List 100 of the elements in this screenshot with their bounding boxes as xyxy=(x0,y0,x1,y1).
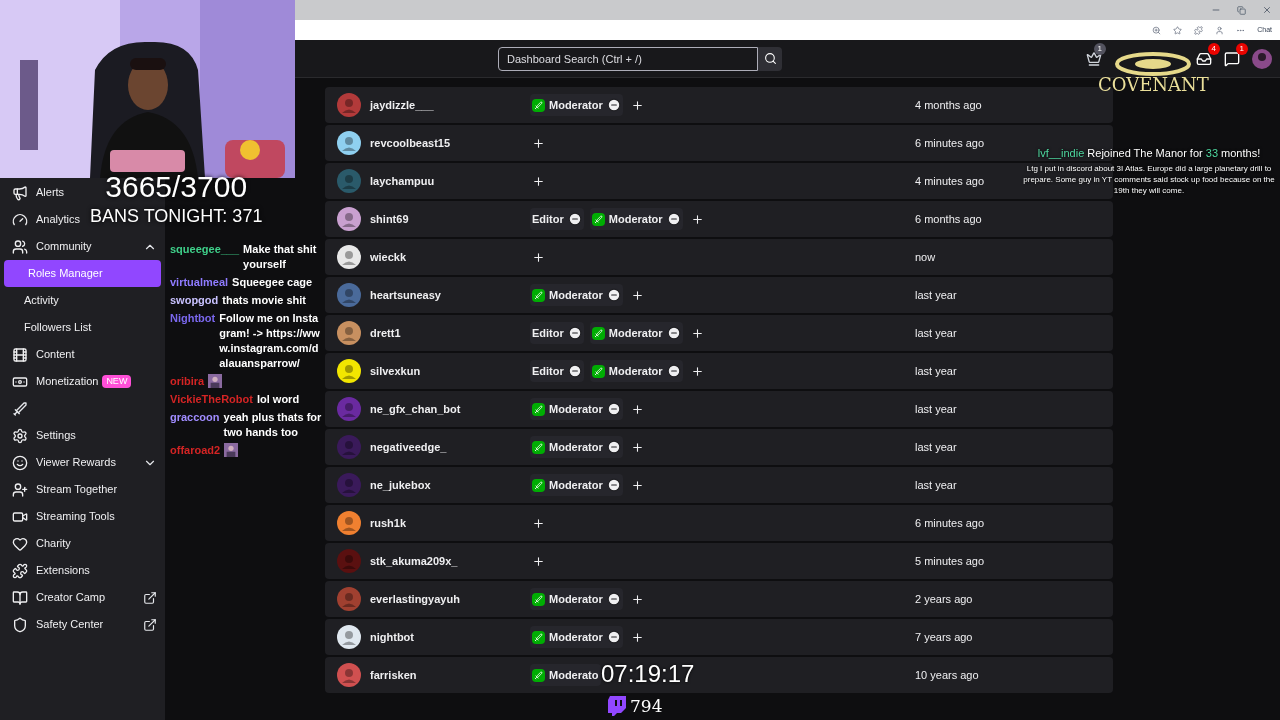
chat-username[interactable]: swopgod xyxy=(170,293,219,308)
add-role-icon[interactable] xyxy=(630,478,644,492)
remove-role-icon[interactable] xyxy=(666,212,681,226)
add-role-icon[interactable] xyxy=(690,364,704,378)
add-role-icon[interactable] xyxy=(630,592,644,606)
remove-role-icon[interactable] xyxy=(666,364,681,378)
sidebar-item[interactable]: Safety Center xyxy=(0,613,104,636)
sidebar-item[interactable]: Content xyxy=(0,343,75,366)
remove-role-icon[interactable] xyxy=(606,592,621,606)
alert-message: Ltg I put in discord about 3I Atlas. Europe did a large planetary drill to prepare. Some guy in YT comments said stock up food because on the 19th they will come. xyxy=(1022,162,1276,196)
add-role-icon[interactable] xyxy=(532,250,545,264)
add-role-icon[interactable] xyxy=(630,630,644,644)
chat-message: yeah plus thats for two hands too xyxy=(223,410,322,440)
role-tag: Moderator xyxy=(589,208,683,230)
add-role-icon[interactable] xyxy=(690,212,704,226)
added-date: last year xyxy=(915,363,957,379)
add-role-icon[interactable] xyxy=(630,402,644,416)
sidebar-item[interactable]: Followers List xyxy=(0,316,92,339)
remove-role-icon[interactable] xyxy=(567,364,582,378)
sidebar-item[interactable]: Stream Together xyxy=(0,478,118,501)
star-icon[interactable] xyxy=(1173,25,1183,35)
added-date: 5 minutes ago xyxy=(915,553,985,569)
sidebar-item[interactable]: Viewer Rewards xyxy=(0,451,116,474)
sidebar-item[interactable]: Extensions xyxy=(0,559,90,582)
chat-username[interactable]: virtualmeal xyxy=(170,275,229,290)
sidebar-item[interactable]: Monetization xyxy=(0,370,99,393)
remove-role-icon[interactable] xyxy=(606,478,621,492)
notification-count: 4 xyxy=(1207,42,1220,55)
add-role-icon[interactable] xyxy=(532,516,545,530)
sidebar-item[interactable]: Charity xyxy=(0,532,71,555)
search-button[interactable] xyxy=(758,46,782,71)
added-date: 6 minutes ago xyxy=(915,135,985,151)
remove-role-icon[interactable] xyxy=(606,402,621,416)
added-date: 6 months ago xyxy=(915,211,982,227)
added-date: last year xyxy=(915,477,957,493)
sidebar-item[interactable]: Analytics xyxy=(0,208,81,231)
sidebar-item[interactable]: Creator Camp xyxy=(0,586,106,609)
whispers-icon[interactable] xyxy=(1224,50,1240,67)
remove-role-icon[interactable] xyxy=(606,98,621,112)
avatar-icon xyxy=(337,549,361,573)
add-role-icon[interactable] xyxy=(532,554,545,568)
avatar-icon xyxy=(337,625,361,649)
sidebar-item[interactable]: Alerts xyxy=(0,181,65,204)
remove-role-icon[interactable] xyxy=(567,326,582,340)
avatar-icon xyxy=(337,511,361,535)
remove-role-icon[interactable] xyxy=(606,288,621,302)
role-tag: Moderator xyxy=(589,360,683,382)
sword-icon xyxy=(591,364,605,378)
sword-icon xyxy=(532,402,545,416)
add-role-icon[interactable] xyxy=(690,326,704,340)
role-tag: Editor xyxy=(530,360,584,382)
crown-icon[interactable] xyxy=(1086,50,1102,67)
inbox-icon[interactable] xyxy=(1196,50,1212,67)
chat-username[interactable]: oribira xyxy=(170,374,205,389)
role-tag: Moderator xyxy=(530,436,623,458)
remove-role-icon[interactable] xyxy=(567,212,582,226)
username: jaydizzle___ xyxy=(370,97,435,113)
film-icon xyxy=(12,346,28,363)
external-link-icon[interactable] xyxy=(143,590,157,605)
avatar-icon xyxy=(337,283,361,307)
external-link-icon[interactable] xyxy=(143,617,157,632)
role-tag: Moderator xyxy=(530,398,623,420)
viewer-count: 794 xyxy=(630,697,663,715)
add-role-icon[interactable] xyxy=(630,288,644,302)
remove-role-icon[interactable] xyxy=(666,326,681,340)
avatar-icon xyxy=(337,207,361,231)
sidebar-item[interactable]: Community xyxy=(0,235,92,258)
chat-username[interactable]: offaroad2 xyxy=(170,443,221,458)
username: negativeedge_ xyxy=(370,439,448,455)
added-date: last year xyxy=(915,401,957,417)
avatar-icon xyxy=(337,93,361,117)
role-tag: Moderato xyxy=(530,664,601,686)
search-icon xyxy=(763,52,777,65)
sidebar-item[interactable]: Streaming Tools xyxy=(0,505,115,528)
role-tag: Editor xyxy=(530,208,584,230)
close-icon[interactable] xyxy=(1262,5,1272,15)
search-field[interactable]: Dashboard Search (Ctrl + /) xyxy=(498,46,758,71)
added-date: 2 years ago xyxy=(915,591,973,607)
add-role-icon[interactable] xyxy=(630,98,644,112)
avatar-icon xyxy=(337,435,361,459)
chat-username[interactable]: Nightbot xyxy=(170,311,216,326)
role-tag: Moderator xyxy=(530,474,623,496)
alert-title: lvf__indie Rejoined The Manor for 33 months! xyxy=(1037,146,1261,161)
remove-role-icon[interactable] xyxy=(606,440,621,454)
add-role-icon[interactable] xyxy=(630,440,644,454)
sidebar-item[interactable]: Settings xyxy=(0,424,76,447)
chat-username[interactable]: squeegee___ xyxy=(170,242,240,257)
avatar-icon xyxy=(337,245,361,269)
gauge-icon xyxy=(12,211,28,228)
chat-username[interactable]: graccoon xyxy=(170,410,220,425)
sword-icon xyxy=(532,288,545,302)
avatar-icon[interactable] xyxy=(1252,48,1272,69)
zoom-icon[interactable] xyxy=(1152,25,1162,35)
add-role-icon[interactable] xyxy=(532,136,545,150)
username: drett1 xyxy=(370,325,402,341)
add-role-icon[interactable] xyxy=(532,174,545,188)
chat-username[interactable]: VickieTheRobot xyxy=(170,392,253,407)
sword-icon xyxy=(532,592,545,606)
remove-role-icon[interactable] xyxy=(606,630,621,644)
sidebar-item[interactable]: Activity xyxy=(0,289,59,312)
